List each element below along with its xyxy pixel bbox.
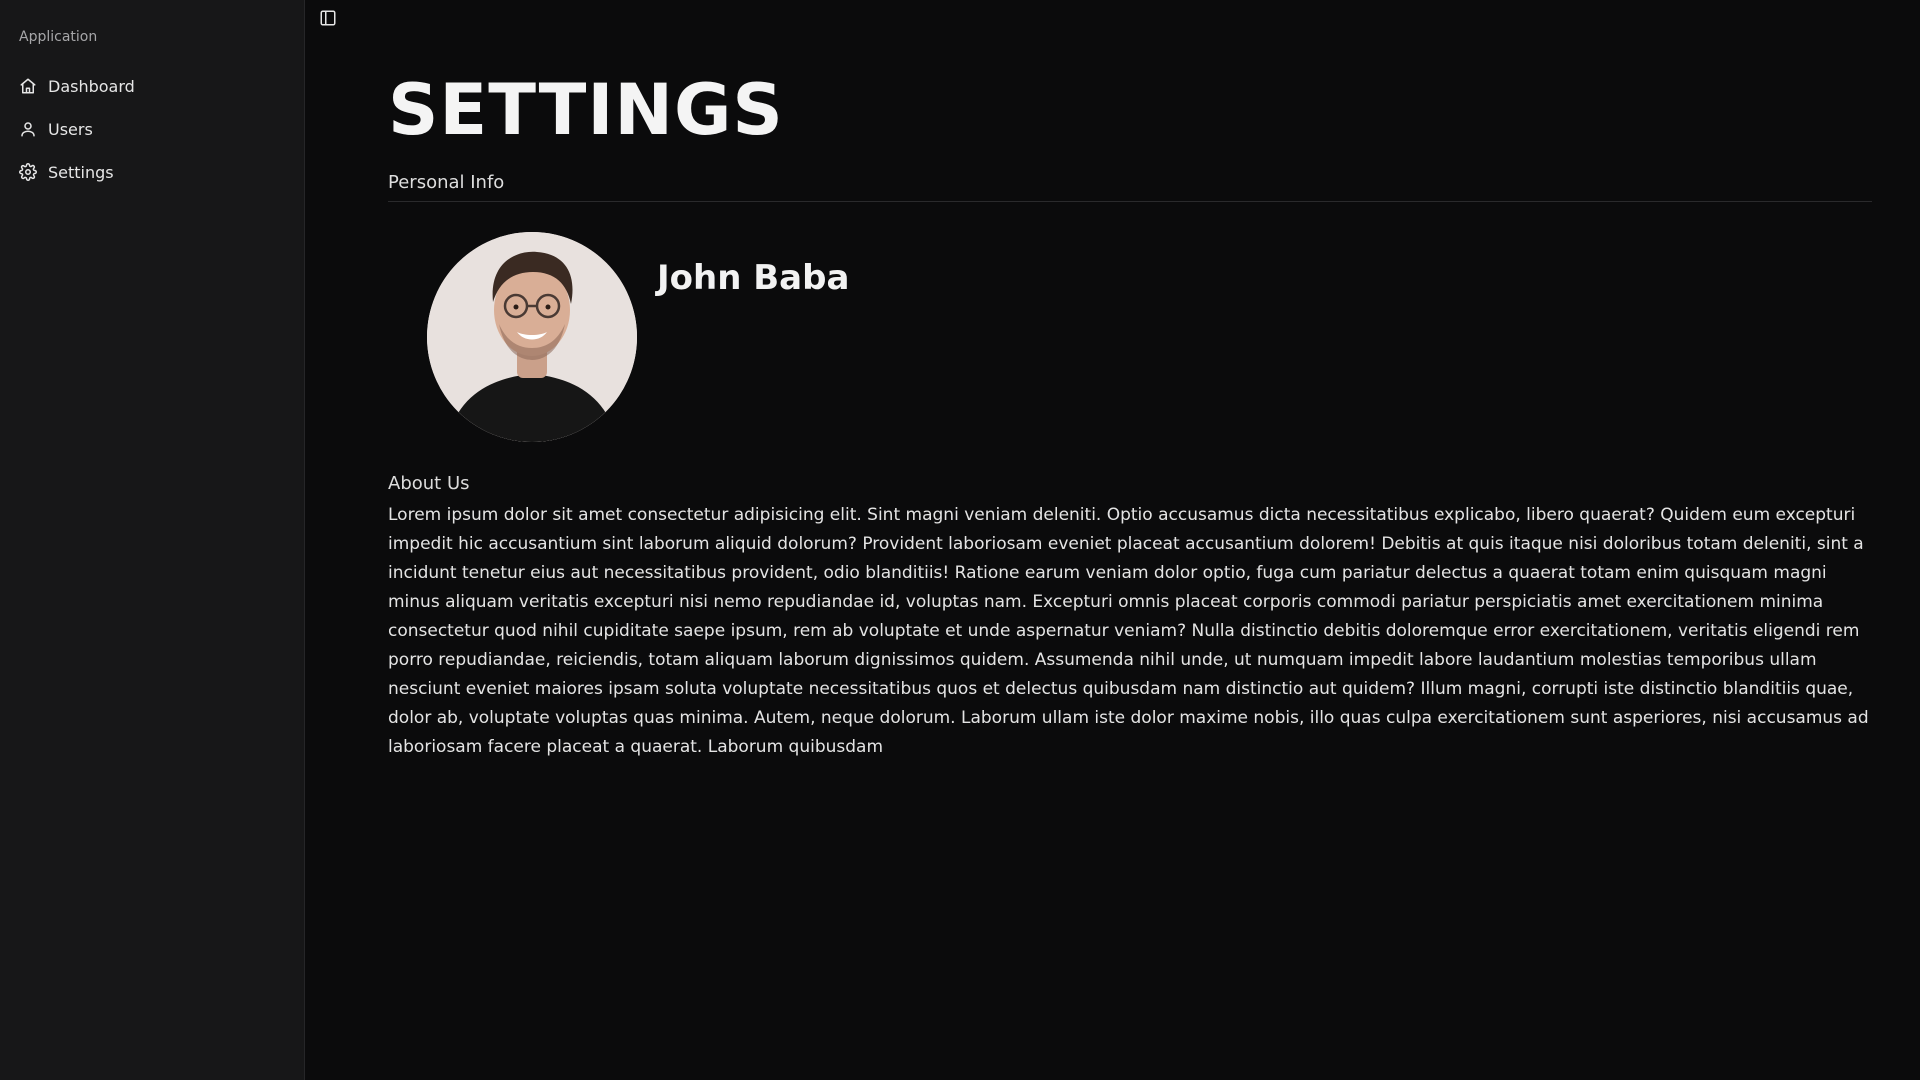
sidebar-item-label: Users [48, 119, 93, 139]
sidebar-item-dashboard[interactable]: Dashboard [8, 68, 296, 104]
sidebar-item-users[interactable]: Users [8, 111, 296, 147]
page-title: SETTINGS [388, 69, 784, 151]
about-us-text: Lorem ipsum dolor sit amet consectetur a… [388, 505, 1869, 757]
sidebar-item-settings[interactable]: Settings [8, 154, 296, 190]
sidebar-toggle-icon [319, 9, 337, 31]
main-content: SETTINGS Personal Info John Baba About U… [305, 0, 1920, 1080]
about-us-label: About Us [388, 473, 470, 494]
settings-content: SETTINGS Personal Info John Baba About U… [388, 62, 1872, 762]
sidebar-group-label: Application [19, 29, 98, 45]
sidebar-item-label: Dashboard [48, 76, 135, 96]
profile-row: John Baba [388, 232, 1872, 442]
home-icon [19, 77, 37, 95]
gear-icon [19, 163, 37, 181]
avatar-photo [427, 232, 637, 442]
user-icon [19, 120, 37, 138]
personal-info-section-label: Personal Info [388, 172, 1872, 202]
profile-name: John Baba [657, 258, 850, 298]
sidebar: Application Dashboard Users Settings [0, 0, 305, 1080]
sidebar-toggle-button[interactable] [314, 6, 342, 34]
sidebar-item-label: Settings [48, 162, 114, 182]
avatar [427, 232, 637, 442]
app-root: Application Dashboard Users Settings SET… [0, 0, 1920, 1080]
